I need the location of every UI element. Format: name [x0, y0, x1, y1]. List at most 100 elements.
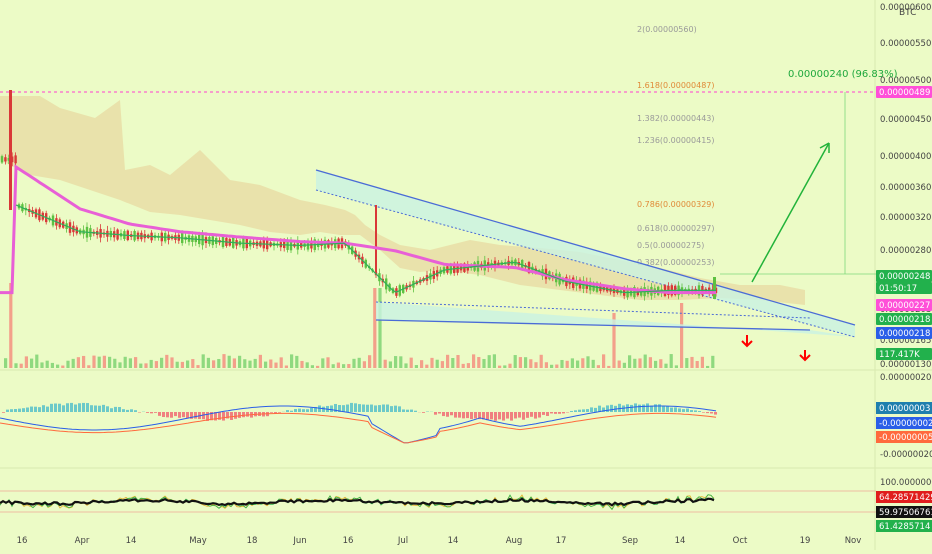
- price-badge-label: 0.00000227: [879, 301, 930, 311]
- time-tick-label: 14: [675, 536, 686, 546]
- macd-histogram-bar: [110, 408, 113, 412]
- volume-bar: [508, 364, 511, 368]
- macd-histogram-bar: [538, 412, 541, 418]
- macd-histogram-bar: [434, 412, 437, 415]
- macd-histogram-bar: [694, 410, 697, 412]
- breakout-candle: [713, 277, 716, 299]
- macd-badge-label: 0.00000003: [879, 404, 930, 414]
- volume-bar: [711, 356, 714, 368]
- price-tick-label: 0.00000360: [880, 183, 931, 193]
- fib-level-label: 2(0.00000560): [637, 25, 697, 34]
- volume-bar: [472, 354, 475, 368]
- macd-histogram-bar: [106, 406, 109, 412]
- volume-bar: [243, 359, 246, 368]
- macd-histogram-bar: [686, 409, 689, 412]
- volume-bar: [394, 356, 397, 368]
- macd-histogram-bar: [178, 412, 181, 418]
- macd-histogram-bar: [70, 403, 73, 412]
- macd-histogram-bar: [378, 405, 381, 412]
- macd-histogram-bar: [394, 406, 397, 412]
- candle-body: [4, 157, 6, 161]
- volume-bar: [571, 358, 574, 368]
- macd-histogram-bar: [634, 403, 637, 412]
- volume-bar: [597, 365, 600, 368]
- time-tick-label: Jun: [292, 536, 306, 546]
- volume-bar: [202, 354, 205, 368]
- macd-histogram-bar: [526, 412, 529, 418]
- volume-bar: [212, 360, 215, 368]
- macd-histogram-bar: [138, 412, 141, 413]
- volume-bar: [196, 365, 199, 368]
- macd-histogram-bar: [94, 405, 97, 412]
- volume-bar: [186, 360, 189, 368]
- macd-histogram-bar: [462, 412, 465, 418]
- chart-stage: 2(0.00000560)1.618(0.00000487)1.382(0.00…: [0, 0, 932, 550]
- macd-histogram-bar: [346, 405, 349, 412]
- volume-bar: [4, 358, 7, 368]
- volume-bar: [25, 356, 28, 368]
- time-tick-label: 16: [343, 536, 354, 546]
- volume-bar: [633, 359, 636, 368]
- macd-histogram-bar: [670, 408, 673, 412]
- volume-bar: [420, 360, 423, 368]
- volume-bar: [384, 360, 387, 368]
- macd-histogram-bar: [454, 412, 457, 418]
- macd-histogram-bar: [166, 412, 169, 417]
- macd-histogram-bar: [438, 412, 441, 414]
- volume-bar: [46, 361, 49, 368]
- price-badge-label: 0.00000218: [879, 329, 930, 339]
- volume-bar: [311, 365, 314, 368]
- volume-bar: [514, 355, 517, 368]
- price-tick-label: 0.00000450: [880, 115, 931, 125]
- time-tick-label: Sep: [622, 536, 638, 546]
- candle-body: [14, 155, 16, 163]
- volume-bar: [451, 358, 454, 368]
- macd-histogram-bar: [422, 412, 425, 413]
- time-tick-label: 17: [556, 536, 567, 546]
- volume-bar: [228, 356, 231, 368]
- macd-histogram-bar: [678, 408, 681, 412]
- time-tick-label: 18: [247, 536, 258, 546]
- volume-bar: [98, 357, 101, 368]
- macd-histogram-bar: [186, 412, 189, 418]
- macd-histogram-bar: [194, 412, 197, 419]
- macd-histogram-bar: [358, 404, 361, 412]
- volume-bar: [529, 359, 532, 368]
- volume-bar: [644, 355, 647, 368]
- macd-histogram-bar: [234, 412, 237, 419]
- macd-histogram-bar: [82, 403, 85, 412]
- macd-histogram-bar: [530, 412, 533, 417]
- macd-histogram-bar: [362, 404, 365, 412]
- macd-badge-label: -0.00000002: [879, 419, 932, 429]
- volume-bar: [103, 356, 106, 368]
- macd-histogram-bar: [370, 405, 373, 412]
- price-badge-label: 0.00000248: [879, 272, 930, 282]
- volume-bar: [118, 362, 121, 368]
- macd-histogram-bar: [242, 412, 245, 417]
- macd-histogram-bar: [146, 412, 149, 413]
- macd-histogram-bar: [442, 412, 445, 416]
- volume-bar: [378, 288, 381, 368]
- volume-axis-label: 0.00000020: [880, 373, 931, 383]
- volume-bar: [155, 361, 158, 368]
- macd-histogram-bar: [174, 412, 177, 416]
- volume-bar: [295, 356, 298, 368]
- macd-histogram-bar: [458, 412, 461, 418]
- time-tick-label: Jul: [397, 536, 408, 546]
- volume-bar: [706, 366, 709, 368]
- volume-bar: [545, 362, 548, 368]
- macd-histogram-bar: [606, 405, 609, 412]
- volume-bar: [30, 359, 33, 368]
- volume-bar: [337, 363, 340, 368]
- macd-histogram-bar: [578, 410, 581, 412]
- price-tick-label: 0.00000600: [880, 3, 931, 13]
- volume-bar: [430, 358, 433, 368]
- macd-histogram-bar: [470, 412, 473, 419]
- price-badge-label: 0.00000489: [879, 88, 930, 98]
- macd-histogram-bar: [278, 412, 281, 413]
- macd-histogram-bar: [658, 404, 661, 412]
- volume-bar: [9, 283, 12, 368]
- macd-histogram-bar: [674, 407, 677, 412]
- price-tick-label: 0.00000320: [880, 213, 931, 223]
- macd-histogram-bar: [290, 411, 293, 412]
